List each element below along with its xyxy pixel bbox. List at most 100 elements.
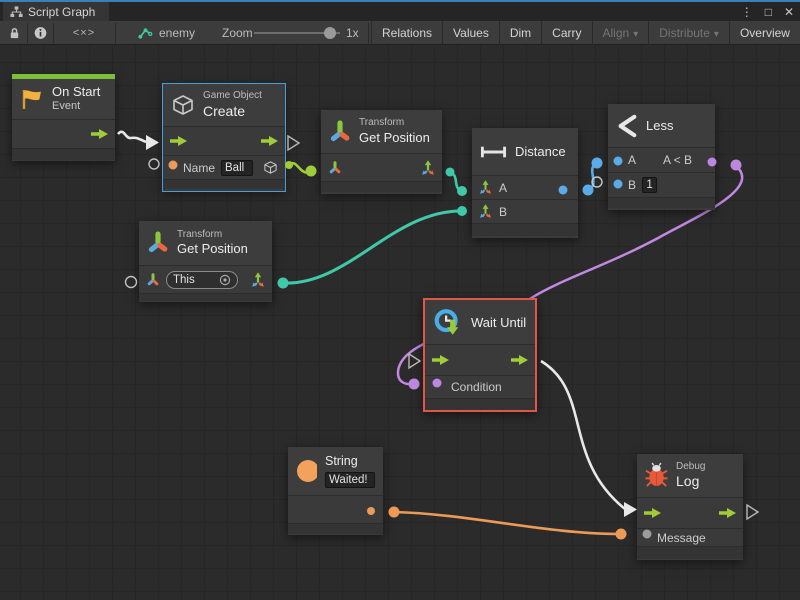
window-maximize-icon[interactable]: □ (765, 5, 772, 19)
vector3-in-port-a[interactable] (479, 180, 492, 195)
vector3-out-port[interactable] (251, 272, 265, 288)
wire-endpoint-dot[interactable] (457, 186, 467, 196)
unconnected-port-ring (126, 277, 137, 288)
wire-distance-to-less-a[interactable] (588, 163, 597, 190)
node-distance[interactable]: Distance A B (472, 128, 578, 238)
port-b-label: B (628, 178, 636, 192)
name-port-label: Name (183, 161, 215, 175)
wire-endpoint-dot[interactable] (389, 507, 400, 518)
tab-script-graph[interactable]: Script Graph (3, 2, 109, 21)
relations-button[interactable]: Relations (371, 21, 442, 45)
game-object-out-port cube-icon[interactable] (263, 160, 278, 175)
node-get-position-left[interactable]: Transform Get Position This (139, 221, 272, 302)
unconnected-flow-triangle (409, 354, 420, 368)
info-button[interactable] (28, 21, 52, 45)
script-graph-window: Script Graph ⋮ □ ✕ <×> (0, 0, 800, 600)
condition-port-label: Condition (451, 380, 502, 394)
wire-endpoint-dot[interactable] (616, 529, 627, 540)
distance-icon (480, 145, 507, 159)
flow-in-port[interactable] (432, 354, 449, 366)
node-title: Log (676, 473, 705, 491)
node-on-start-event[interactable]: On Start Event (12, 74, 115, 161)
tab-title: Script Graph (28, 5, 95, 19)
wire-create-to-getposition[interactable] (289, 163, 311, 172)
carry-button[interactable]: Carry (541, 21, 591, 45)
graph-reference[interactable]: enemy (138, 21, 195, 45)
wire-endpoint-dot[interactable] (731, 160, 742, 171)
zoom-slider[interactable] (254, 21, 340, 45)
port-a-label: A (499, 181, 507, 195)
string-icon (296, 459, 317, 483)
wire-endpoint-dot[interactable] (592, 158, 603, 169)
lock-button[interactable] (2, 21, 26, 45)
node-footer (472, 223, 578, 236)
toolbar-buttons: Relations Values Dim Carry Align▾ Distri… (371, 21, 800, 45)
node-debug-log[interactable]: Debug Log Message (637, 454, 743, 560)
dim-button[interactable]: Dim (499, 21, 541, 45)
node-title: Less (646, 118, 673, 133)
wire-arrowhead (146, 135, 159, 150)
name-value-field[interactable] (221, 160, 253, 176)
transform-in-port[interactable] (328, 160, 342, 175)
vector3-out-port[interactable] (421, 160, 435, 176)
distribute-dropdown[interactable]: Distribute▾ (648, 21, 729, 45)
flow-in-port[interactable] (170, 135, 187, 147)
zoom-label: Zoom (222, 26, 253, 40)
wire-getpositionleft-to-distance-b[interactable] (283, 211, 461, 283)
message-port-label: Message (657, 531, 706, 545)
object-picker-icon[interactable] (219, 274, 231, 286)
node-title: String (325, 454, 375, 470)
wire-string-to-message[interactable] (394, 512, 621, 534)
node-footer (608, 197, 715, 208)
graph-canvas[interactable]: On Start Event Game Object Create (0, 45, 800, 600)
transform-gizmo-icon (329, 119, 351, 145)
flow-out-port[interactable] (261, 135, 278, 147)
zoom-slider-knob[interactable] (324, 27, 336, 39)
values-button[interactable]: Values (442, 21, 499, 45)
node-footer (12, 148, 115, 160)
wire-endpoint-dot[interactable] (583, 185, 594, 196)
graph-name: enemy (159, 26, 195, 40)
transform-in-port[interactable] (146, 272, 160, 287)
node-less[interactable]: Less A A < B B (608, 104, 715, 210)
wire-endpoint-dot[interactable] (457, 206, 467, 216)
wire-onstart-to-create[interactable] (118, 132, 146, 142)
node-get-position-top[interactable]: Transform Get Position (321, 110, 442, 194)
node-category: Debug (676, 461, 705, 474)
wire-getpositiontop-to-distance-a[interactable] (450, 172, 462, 191)
align-dropdown[interactable]: Align▾ (592, 21, 649, 45)
zoom-value: 1x (346, 26, 359, 40)
flow-in-port[interactable] (644, 507, 661, 519)
port-b-label: B (499, 205, 507, 219)
node-category: Transform (177, 229, 248, 242)
flow-out-port[interactable] (91, 128, 108, 140)
node-category: Game Object (203, 90, 262, 103)
node-create-game-object[interactable]: Game Object Create Name (163, 84, 285, 191)
b-value-field[interactable] (642, 177, 657, 193)
port-dot[interactable] (446, 168, 455, 177)
wire-endpoint-dot[interactable] (306, 166, 317, 177)
flow-out-port[interactable] (719, 507, 736, 519)
vector3-in-port-b[interactable] (479, 204, 492, 219)
string-value-field[interactable] (325, 472, 375, 488)
unconnected-port-ring (592, 177, 602, 187)
node-string-literal[interactable]: String (288, 447, 383, 535)
code-view-button[interactable]: <×> (54, 21, 114, 45)
window-menu-icon[interactable]: ⋮ (741, 5, 753, 19)
node-footer (163, 179, 285, 189)
overview-button[interactable]: Overview (729, 21, 800, 45)
port-dot[interactable] (285, 161, 293, 169)
port-dot[interactable] (278, 278, 289, 289)
window-focus-line (0, 0, 800, 2)
flow-out-port[interactable] (511, 354, 528, 366)
result-port-label: A < B (663, 153, 692, 167)
window-close-icon[interactable]: ✕ (784, 5, 794, 19)
wire-wait-to-debuglog[interactable] (541, 361, 625, 509)
node-title: Distance (515, 144, 566, 159)
wire-endpoint-dot[interactable] (409, 379, 420, 390)
node-footer (139, 293, 272, 301)
node-footer (321, 181, 442, 192)
string-out-row (288, 495, 383, 523)
target-field[interactable]: This (166, 271, 238, 289)
node-wait-until[interactable]: Wait Until Condition (423, 298, 537, 412)
